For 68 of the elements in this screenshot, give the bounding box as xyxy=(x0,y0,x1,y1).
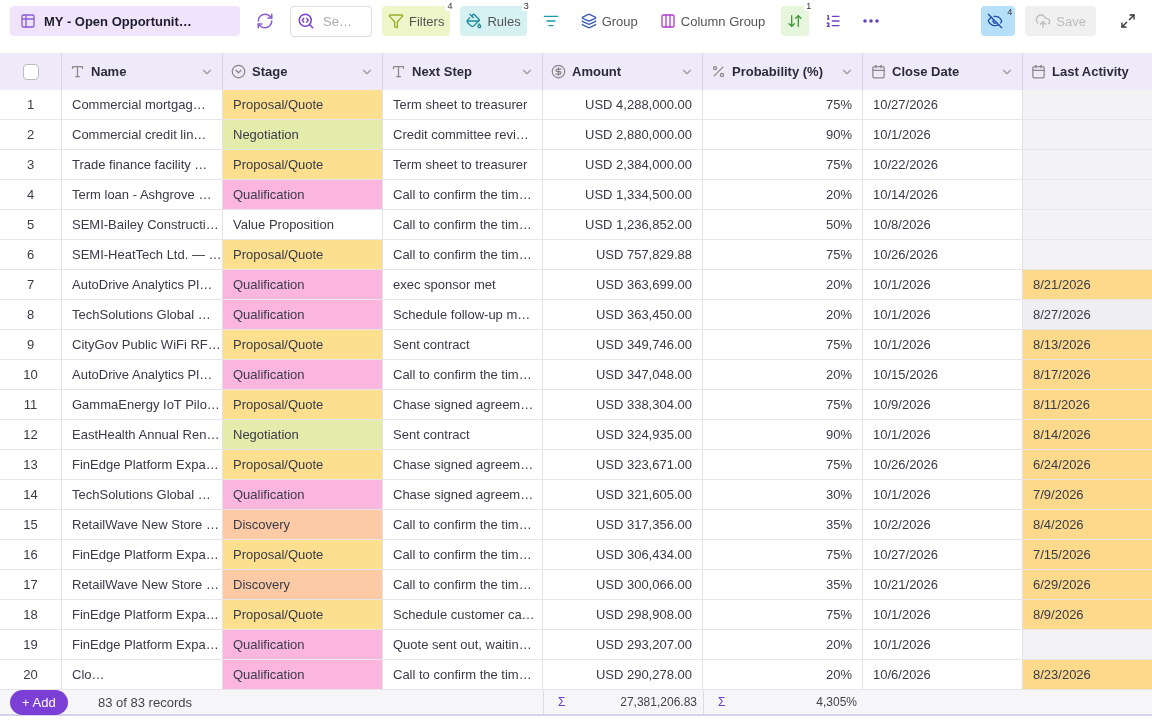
dollar-icon xyxy=(551,64,566,79)
search-icon xyxy=(297,12,315,30)
view-title[interactable]: MY - Open Opportunit… xyxy=(10,6,240,36)
more-icon xyxy=(863,19,880,23)
add-button[interactable]: + Add xyxy=(10,690,68,715)
select-all-checkbox[interactable] xyxy=(22,63,39,80)
sort-icon xyxy=(787,13,804,29)
calendar-icon xyxy=(871,64,886,79)
filter-icon xyxy=(388,13,404,29)
calendar-icon xyxy=(1031,64,1046,79)
stage-cell: Proposal/Quote xyxy=(223,450,383,479)
hidden-fields-button[interactable]: 4 xyxy=(981,6,1016,36)
stage-cell: Qualification xyxy=(223,630,383,659)
date-cell: 8/27/2026 xyxy=(1023,300,1152,329)
sum-cell: Σ 4,305% xyxy=(703,690,863,714)
stage-cell: Proposal/Quote xyxy=(223,150,383,179)
eye-off-icon xyxy=(987,13,1004,29)
columns-icon xyxy=(659,13,676,29)
text-type-icon xyxy=(70,64,85,79)
upload-icon xyxy=(1035,13,1052,29)
stage-cell: Proposal/Quote xyxy=(223,240,383,269)
stage-cell: Proposal/Quote xyxy=(223,540,383,569)
stage-cell: Qualification xyxy=(223,480,383,509)
stage-cell: Proposal/Quote xyxy=(223,600,383,629)
stage-cell: Proposal/Quote xyxy=(223,330,383,359)
date-cell: 8/9/2026 xyxy=(1023,600,1152,629)
stage-cell: Qualification xyxy=(223,660,383,689)
stage-cell: Discovery xyxy=(223,510,383,539)
date-cell: 8/4/2026 xyxy=(1023,510,1152,539)
percent-icon xyxy=(711,64,726,79)
date-cell: 6/29/2026 xyxy=(1023,570,1152,599)
text-type-icon xyxy=(391,64,406,79)
count-badge: 1 xyxy=(804,1,814,11)
stage-cell: Discovery xyxy=(223,570,383,599)
search-field[interactable]: Se… xyxy=(290,6,372,37)
date-cell: 8/14/2026 xyxy=(1023,420,1152,449)
date-cell: 8/11/2026 xyxy=(1023,390,1152,419)
date-cell: 8/21/2026 xyxy=(1023,270,1152,299)
count-badge: 3 xyxy=(521,1,531,11)
count-badge: 4 xyxy=(445,1,455,11)
date-cell: 7/15/2026 xyxy=(1023,540,1152,569)
date-cell: 8/23/2026 xyxy=(1023,660,1152,689)
stage-cell: Qualification xyxy=(223,180,383,209)
table-icon xyxy=(20,13,36,29)
record-count: 83 of 83 records xyxy=(97,694,193,710)
date-cell: 7/9/2026 xyxy=(1023,480,1152,509)
stage-cell: Proposal/Quote xyxy=(223,390,383,419)
view-name: MY - Open Opportunit… xyxy=(44,13,192,29)
stage-cell: Qualification xyxy=(223,300,383,329)
date-cell: 8/13/2026 xyxy=(1023,330,1152,359)
count-badge: 4 xyxy=(1005,7,1015,17)
stage-cell: Negotiation xyxy=(223,420,383,449)
stage-cell: Qualification xyxy=(223,270,383,299)
date-cell: 6/24/2026 xyxy=(1023,450,1152,479)
stage-cell: Negotiation xyxy=(223,120,383,149)
column-group-button[interactable]: Column Group xyxy=(653,6,772,36)
group-button[interactable]: Group xyxy=(574,6,644,36)
date-cell: 8/17/2026 xyxy=(1023,360,1152,389)
row-height-icon xyxy=(825,13,842,29)
layers-icon xyxy=(580,13,597,29)
stage-cell: Qualification xyxy=(223,360,383,389)
refresh-icon xyxy=(256,12,274,30)
expand-icon xyxy=(1120,13,1136,29)
filter-icon xyxy=(542,13,559,29)
dropdown-type-icon xyxy=(231,64,246,79)
sum-cell: Σ 27,381,206.83 xyxy=(543,690,703,714)
paint-bucket-icon xyxy=(466,13,483,29)
stage-cell: Proposal/Quote xyxy=(223,90,383,119)
